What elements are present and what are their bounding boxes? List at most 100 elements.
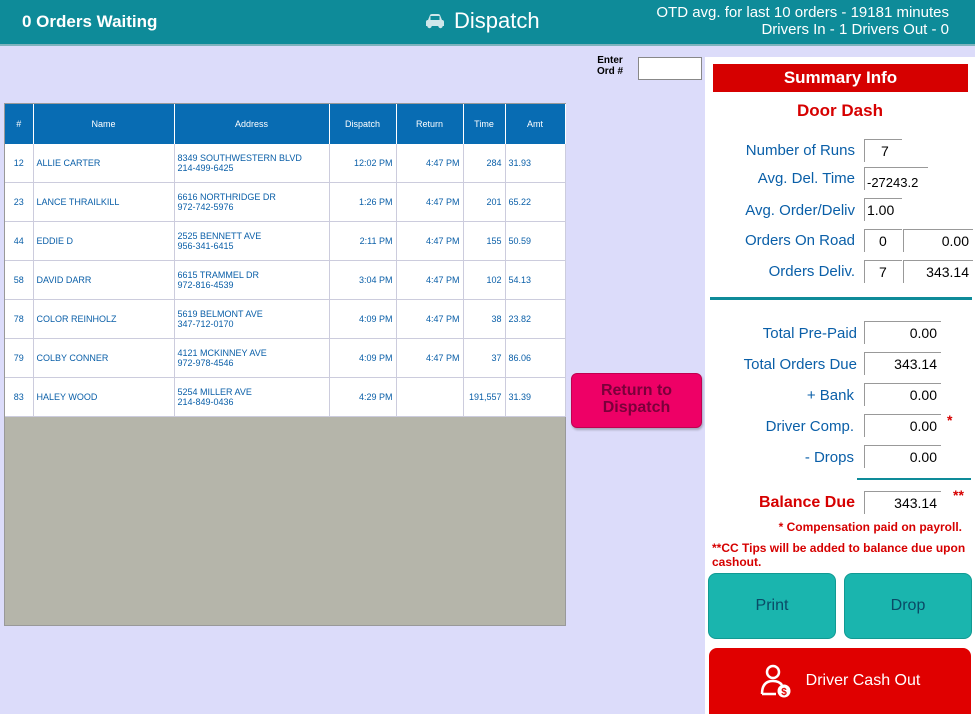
car-icon xyxy=(426,14,444,29)
phone-line: 972-978-4546 xyxy=(177,358,234,368)
driver-cash-out-button[interactable]: $ Driver Cash Out xyxy=(709,648,971,714)
order-number-cell: 83 xyxy=(5,377,34,417)
phone-line: 972-742-5976 xyxy=(177,202,234,212)
return-to-dispatch-button[interactable]: Return to Dispatch xyxy=(571,373,702,428)
col-header-number[interactable]: # xyxy=(5,104,34,144)
print-button[interactable]: Print xyxy=(708,573,836,639)
return-time-cell: 4:47 PM xyxy=(396,260,464,300)
elapsed-time-cell: 191,557 xyxy=(463,377,506,417)
order-number-input[interactable] xyxy=(638,57,702,80)
avg-del-time-label: Avg. Del. Time xyxy=(757,170,855,187)
drops-value: 0.00 xyxy=(864,445,941,468)
orders-delivered-amount: 343.14 xyxy=(903,260,973,283)
driver-cash-icon: $ xyxy=(760,664,791,698)
order-number-cell: 44 xyxy=(5,221,34,261)
page-title: Dispatch xyxy=(424,8,540,34)
amount-cell: 65.22 xyxy=(505,182,566,222)
svg-text:$: $ xyxy=(781,687,787,698)
address-cell: 2525 BENNETT AVE 956-341-6415 xyxy=(174,221,330,261)
runs-value: 7 xyxy=(864,139,902,162)
col-header-return[interactable]: Return xyxy=(396,104,464,144)
customer-name-cell: HALEY WOOD xyxy=(33,377,175,417)
amount-cell: 54.13 xyxy=(505,260,566,300)
balance-due-value: 343.14 xyxy=(864,491,941,514)
order-number-cell: 78 xyxy=(5,299,34,339)
customer-name-cell: ALLIE CARTER xyxy=(33,144,175,183)
amount-cell: 86.06 xyxy=(505,338,566,378)
driver-comp-label: Driver Comp. xyxy=(765,418,854,435)
customer-name-cell: COLOR REINHOLZ xyxy=(33,299,175,339)
enter-order-label-line1: Enter xyxy=(597,55,623,66)
table-row[interactable]: 83 HALEY WOOD 5254 MILLER AVE 214-849-0436 4… xyxy=(5,377,566,417)
total-orders-due-label: Total Orders Due xyxy=(743,356,857,373)
bank-value: 0.00 xyxy=(864,383,941,406)
address-line: 8349 SOUTHWESTERN BLVD xyxy=(177,153,302,163)
return-time-cell: 4:47 PM xyxy=(396,221,464,261)
compensation-note: * Compensation paid on payroll. xyxy=(778,520,962,534)
elapsed-time-cell: 102 xyxy=(463,260,506,300)
driver-comp-footnote-mark: * xyxy=(947,412,953,428)
table-row[interactable]: 58 DAVID DARR 6615 TRAMMEL DR 972-816-4539 3… xyxy=(5,260,566,300)
col-header-dispatch[interactable]: Dispatch xyxy=(329,104,397,144)
cc-tips-note: **CC Tips will be added to balance due u… xyxy=(712,541,966,569)
table-row[interactable]: 79 COLBY CONNER 4121 MCKINNEY AVE 972-978-4… xyxy=(5,338,566,378)
avg-order-label: Avg. Order/Deliv xyxy=(745,202,855,219)
total-prepaid-label: Total Pre-Paid xyxy=(762,325,857,342)
return-time-cell: 4:47 PM xyxy=(396,182,464,222)
page-title-text: Dispatch xyxy=(454,8,540,33)
elapsed-time-cell: 201 xyxy=(463,182,506,222)
drop-button[interactable]: Drop xyxy=(844,573,972,639)
drops-label: - Drops xyxy=(804,449,854,466)
dispatch-time-cell: 12:02 PM xyxy=(329,144,397,183)
customer-name-cell: COLBY CONNER xyxy=(33,338,175,378)
orders-delivered-label: Orders Deliv. xyxy=(768,263,855,280)
return-time-cell xyxy=(396,377,464,417)
col-header-amount[interactable]: Amt xyxy=(505,104,566,144)
address-line: 6615 TRAMMEL DR xyxy=(177,270,260,280)
col-header-name[interactable]: Name xyxy=(33,104,175,144)
summary-title: Summary Info xyxy=(713,64,968,92)
address-cell: 6615 TRAMMEL DR 972-816-4539 xyxy=(174,260,330,300)
driver-cash-out-label: Driver Cash Out xyxy=(805,672,921,689)
top-bar: 0 Orders Waiting Dispatch OTD avg. for l… xyxy=(0,0,975,46)
phone-line: 214-849-0436 xyxy=(177,397,234,407)
orders-on-road-label: Orders On Road xyxy=(744,232,855,249)
total-orders-due-value: 343.14 xyxy=(864,352,941,375)
col-header-address[interactable]: Address xyxy=(174,104,330,144)
driver-name: Door Dash xyxy=(797,101,883,120)
summary-divider xyxy=(710,297,972,300)
phone-line: 956-341-6415 xyxy=(177,241,234,251)
dispatch-time-cell: 4:09 PM xyxy=(329,299,397,339)
dispatch-time-cell: 4:29 PM xyxy=(329,377,397,417)
address-cell: 8349 SOUTHWESTERN BLVD 214-499-6425 xyxy=(174,144,330,183)
return-time-cell: 4:47 PM xyxy=(396,144,464,183)
drivers-in-out: Drivers In - 1 Drivers Out - 0 xyxy=(761,21,949,38)
otd-average: OTD avg. for last 10 orders - 19181 minu… xyxy=(656,4,949,21)
orders-table: # Name Address Dispatch Return Time Amt … xyxy=(5,104,566,417)
table-row[interactable]: 12 ALLIE CARTER 8349 SOUTHWESTERN BLVD 214-… xyxy=(5,144,566,183)
customer-name-cell: EDDIE D xyxy=(33,221,175,261)
table-row[interactable]: 44 EDDIE D 2525 BENNETT AVE 956-341-6415 2:1… xyxy=(5,221,566,261)
address-cell: 5254 MILLER AVE 214-849-0436 xyxy=(174,377,330,417)
address-cell: 5619 BELMONT AVE 347-712-0170 xyxy=(174,299,330,339)
address-line: 5254 MILLER AVE xyxy=(177,387,252,397)
enter-order-label: Enter Ord # xyxy=(586,55,634,77)
col-header-time[interactable]: Time xyxy=(463,104,506,144)
address-line: 2525 BENNETT AVE xyxy=(177,231,262,241)
enter-order-label-line2: Ord # xyxy=(596,66,624,77)
customer-name-cell: LANCE THRAILKILL xyxy=(33,182,175,222)
orders-grid[interactable]: # Name Address Dispatch Return Time Amt … xyxy=(4,103,566,626)
table-row[interactable]: 78 COLOR REINHOLZ 5619 BELMONT AVE 347-712-… xyxy=(5,299,566,339)
table-row[interactable]: 23 LANCE THRAILKILL 6616 NORTHRIDGE DR 972-… xyxy=(5,182,566,222)
dispatch-time-cell: 1:26 PM xyxy=(329,182,397,222)
address-line: 4121 MCKINNEY AVE xyxy=(177,348,267,358)
elapsed-time-cell: 155 xyxy=(463,221,506,261)
orders-delivered-count: 7 xyxy=(864,260,902,283)
order-number-cell: 79 xyxy=(5,338,34,378)
balance-due-footnote-mark: ** xyxy=(953,487,964,503)
amount-cell: 23.82 xyxy=(505,299,566,339)
elapsed-time-cell: 38 xyxy=(463,299,506,339)
orders-on-road-count: 0 xyxy=(864,229,902,252)
order-number-cell: 23 xyxy=(5,182,34,222)
order-number-cell: 12 xyxy=(5,144,34,183)
